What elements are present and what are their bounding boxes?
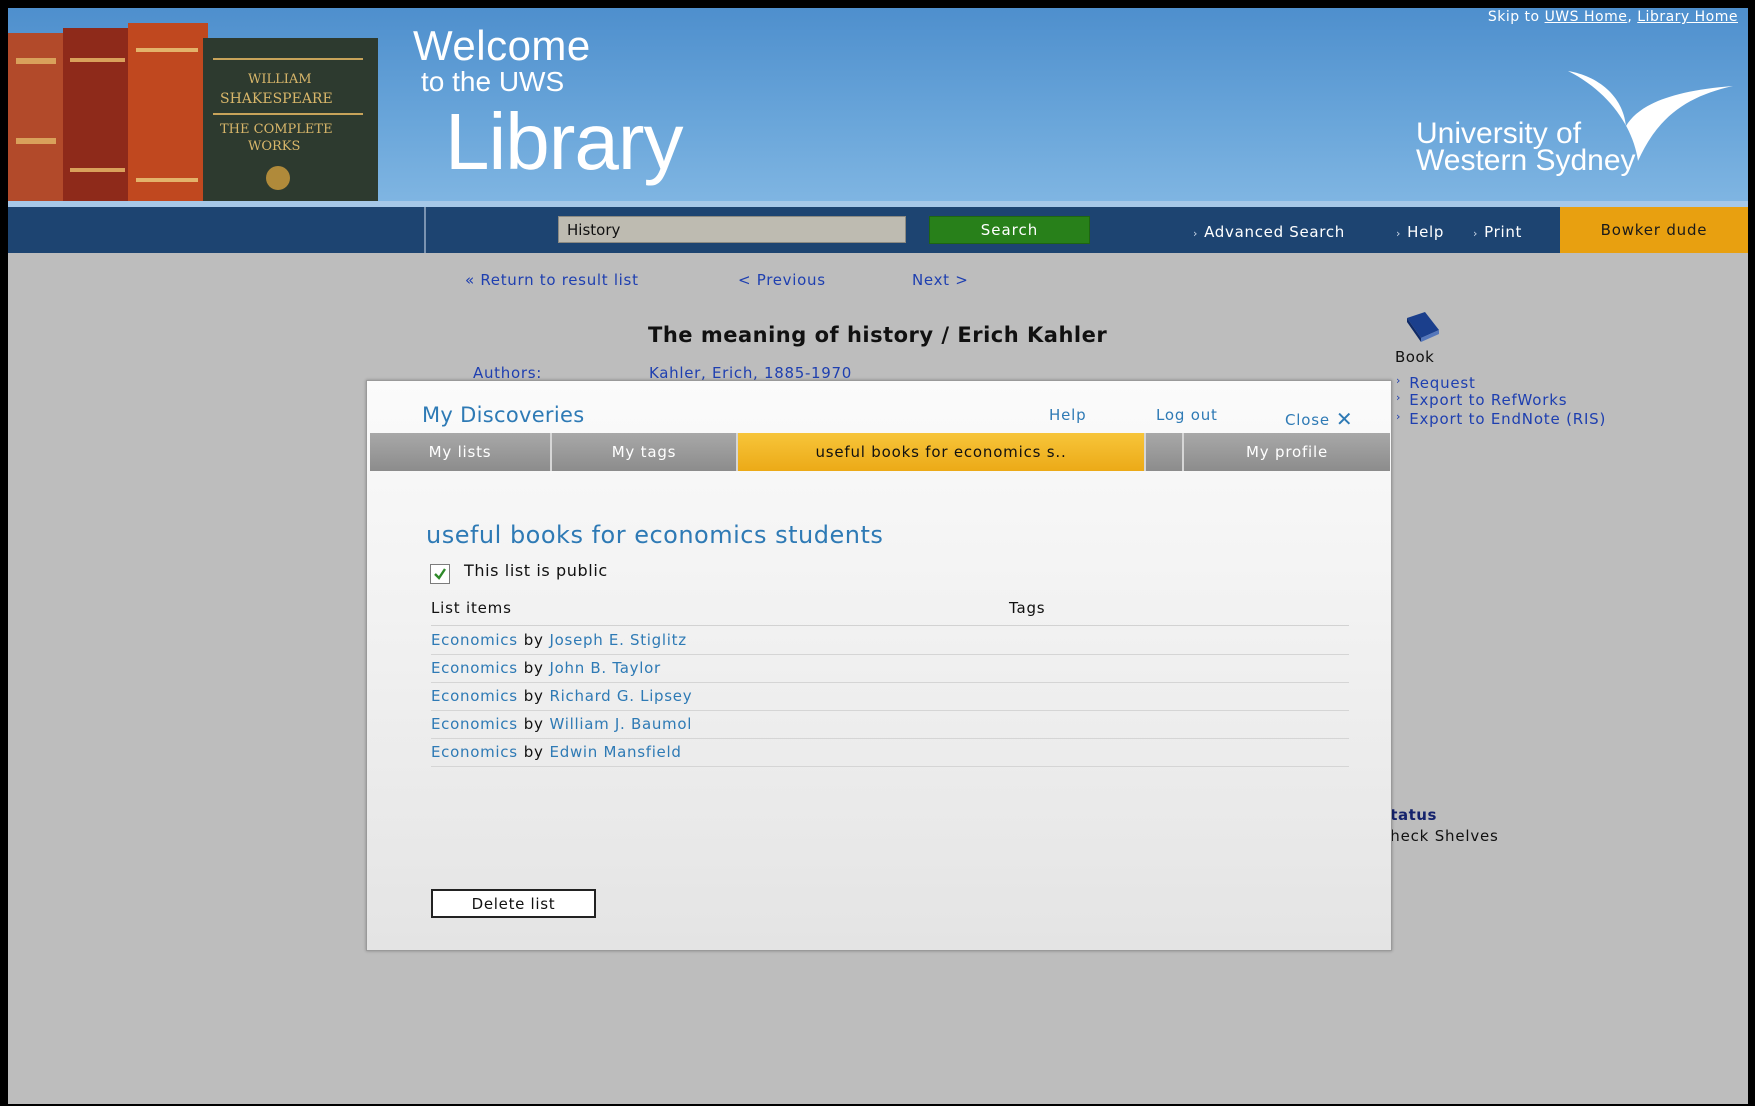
list-header-divider	[431, 625, 1349, 626]
browser-viewport: WILLIAM SHAKESPEARE THE COMPLETE WORKS W…	[8, 8, 1748, 1104]
request-label: Request	[1409, 374, 1476, 392]
by-text: by	[523, 659, 544, 677]
library-home-link[interactable]: Library Home	[1637, 9, 1738, 25]
chevron-right-icon: ›	[1396, 410, 1402, 423]
public-checkbox-label: This list is public	[464, 561, 608, 580]
university-name-line2: Western Sydney	[1416, 144, 1636, 177]
dialog-title: My Discoveries	[422, 403, 585, 427]
list-item: Economics by Richard G. Lipsey	[431, 683, 1349, 711]
list-items: Economics by Joseph E. Stiglitz Economics b…	[431, 627, 1349, 767]
chevron-right-icon: ›	[1193, 227, 1199, 240]
welcome-heading: Welcome	[413, 22, 591, 69]
export-refworks-label: Export to RefWorks	[1409, 391, 1568, 409]
svg-text:SHAKESPEARE: SHAKESPEARE	[220, 91, 333, 107]
tab-current-list[interactable]: useful books for economics s..	[738, 433, 1146, 471]
request-link[interactable]: › Request	[1396, 374, 1476, 392]
record-title: The meaning of history / Erich Kahler	[648, 323, 1108, 347]
dialog-help-link[interactable]: Help	[1049, 406, 1086, 424]
help-label: Help	[1407, 223, 1445, 241]
nav-divider	[424, 207, 426, 253]
advanced-search-label: Advanced Search	[1204, 223, 1346, 241]
item-title-link[interactable]: Economics	[431, 743, 518, 761]
help-link[interactable]: › Help	[1396, 223, 1444, 241]
welcome-subheading: to the UWS	[421, 66, 565, 97]
export-refworks-link[interactable]: › Export to RefWorks	[1396, 391, 1567, 409]
tab-spacer	[1146, 433, 1184, 471]
svg-text:WORKS: WORKS	[248, 139, 300, 154]
item-author-link[interactable]: Joseph E. Stiglitz	[550, 631, 687, 649]
previous-record-link[interactable]: < Previous	[738, 271, 826, 289]
skip-separator: ,	[1627, 9, 1633, 25]
checkmark-icon	[434, 568, 446, 580]
by-text: by	[523, 687, 544, 705]
svg-text:THE COMPLETE: THE COMPLETE	[220, 122, 333, 137]
column-header-tags: Tags	[1009, 599, 1046, 617]
book-icon	[1407, 312, 1439, 342]
print-label: Print	[1484, 223, 1523, 241]
export-endnote-label: Export to EndNote (RIS)	[1409, 410, 1607, 428]
list-item: Economics by William J. Baumol	[431, 711, 1349, 739]
item-title-link[interactable]: Economics	[431, 715, 518, 733]
dialog-tabs: My lists My tags useful books for econom…	[370, 433, 1390, 471]
tab-my-lists[interactable]: My lists	[370, 433, 552, 471]
item-author-link[interactable]: John B. Taylor	[550, 659, 661, 677]
format-label: Book	[1395, 348, 1435, 366]
tab-my-tags[interactable]: My tags	[552, 433, 738, 471]
chevron-right-icon: ›	[1396, 374, 1402, 387]
svg-text:WILLIAM: WILLIAM	[248, 72, 312, 87]
by-text: by	[523, 631, 544, 649]
item-title-link[interactable]: Economics	[431, 659, 518, 677]
item-title-link[interactable]: Economics	[431, 631, 518, 649]
close-dialog-button[interactable]: Close ✕	[1285, 406, 1354, 431]
export-endnote-link[interactable]: › Export to EndNote (RIS)	[1396, 410, 1606, 428]
delete-list-button[interactable]: Delete list	[431, 889, 596, 918]
uws-home-link[interactable]: UWS Home	[1545, 9, 1628, 25]
list-item: Economics by Joseph E. Stiglitz	[431, 627, 1349, 655]
return-to-results-link[interactable]: « Return to result list	[465, 271, 639, 289]
search-button[interactable]: Search	[929, 216, 1090, 244]
library-books-image: WILLIAM SHAKESPEARE THE COMPLETE WORKS	[8, 23, 378, 201]
user-menu-button[interactable]: Bowker dude	[1560, 207, 1748, 253]
by-text: by	[523, 715, 544, 733]
close-label: Close	[1285, 411, 1330, 429]
logout-link[interactable]: Log out	[1156, 406, 1218, 424]
chevron-right-icon: ›	[1396, 227, 1402, 240]
university-name: University of Western Sydney	[1416, 117, 1636, 177]
skip-links: Skip to UWS Home, Library Home	[1488, 9, 1738, 25]
item-author-link[interactable]: William J. Baumol	[550, 715, 693, 733]
skip-prefix: Skip to	[1487, 9, 1540, 25]
list-title: useful books for economics students	[426, 521, 884, 549]
column-header-list-items: List items	[431, 599, 512, 617]
item-title-link[interactable]: Economics	[431, 687, 518, 705]
item-author-link[interactable]: Richard G. Lipsey	[550, 687, 693, 705]
university-name-line1: University of	[1416, 117, 1582, 150]
search-input[interactable]	[558, 216, 906, 243]
list-item: Economics by John B. Taylor	[431, 655, 1349, 683]
chevron-right-icon: ›	[1473, 227, 1479, 240]
chevron-right-icon: ›	[1396, 391, 1402, 404]
print-link[interactable]: › Print	[1473, 223, 1522, 241]
advanced-search-link[interactable]: › Advanced Search	[1193, 223, 1345, 241]
header-banner: WILLIAM SHAKESPEARE THE COMPLETE WORKS W…	[8, 8, 1748, 201]
list-item: Economics by Edwin Mansfield	[431, 739, 1349, 767]
by-text: by	[523, 743, 544, 761]
close-icon: ✕	[1335, 407, 1354, 431]
status-value: Check Shelves	[1379, 827, 1499, 845]
tab-my-profile[interactable]: My profile	[1184, 433, 1390, 471]
public-checkbox[interactable]	[430, 564, 450, 584]
my-discoveries-dialog: My Discoveries Help Log out Close ✕ My li…	[366, 380, 1392, 951]
library-heading: Library	[445, 97, 684, 186]
next-record-link[interactable]: Next >	[912, 271, 968, 289]
item-author-link[interactable]: Edwin Mansfield	[550, 743, 682, 761]
